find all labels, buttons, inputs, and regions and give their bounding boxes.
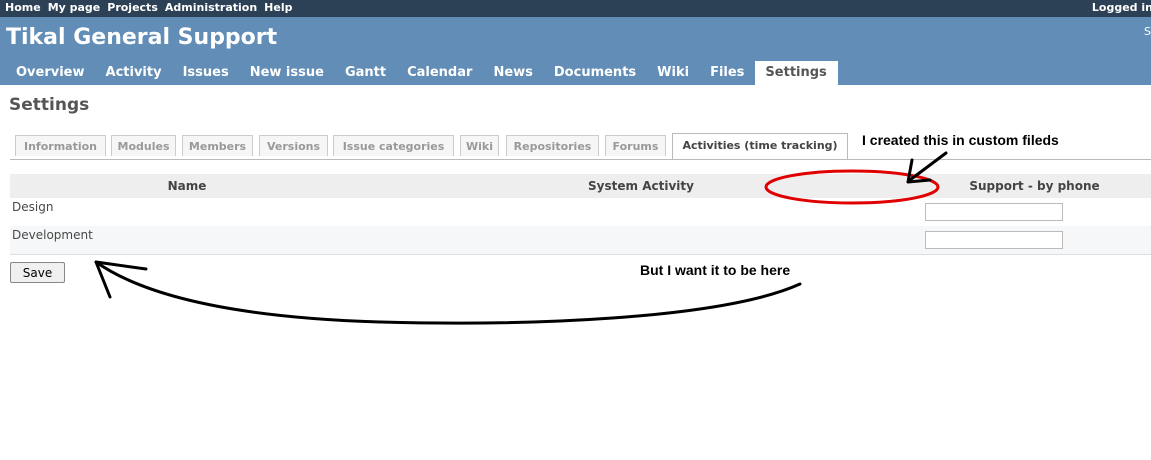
logged-in-status: Logged in (1091, 1, 1151, 14)
column-header-support-by-phone: Support - by phone (918, 174, 1151, 198)
save-button[interactable]: Save (10, 262, 65, 283)
column-header-name: Name (10, 174, 364, 198)
column-header-system-activity: System Activity (364, 174, 918, 198)
settings-tab-members[interactable]: Members (182, 135, 253, 156)
support-by-phone-input[interactable] (925, 203, 1063, 221)
activities-table: Name System Activity Support - by phone … (10, 174, 1151, 255)
tab-files[interactable]: Files (700, 61, 755, 85)
tab-wiki[interactable]: Wiki (647, 61, 700, 85)
annotation-note-custom-fields: I created this in custom fileds (862, 132, 1059, 148)
top-menu-help[interactable]: Help (264, 1, 292, 14)
activity-name: Development (12, 228, 93, 242)
top-menu-my-page[interactable]: My page (48, 1, 101, 14)
support-by-phone-input[interactable] (925, 231, 1063, 249)
top-menu-home[interactable]: Home (5, 1, 41, 14)
settings-tab-issue-categories[interactable]: Issue categories (333, 135, 454, 156)
top-menu-administration[interactable]: Administration (165, 1, 257, 14)
settings-tab-activities[interactable]: Activities (time tracking) (672, 133, 848, 159)
settings-tab-versions[interactable]: Versions (259, 135, 328, 156)
tab-calendar[interactable]: Calendar (397, 61, 483, 85)
table-header-row: Name System Activity Support - by phone (10, 174, 1151, 198)
main-menu: Overview Activity Issues New issue Gantt… (6, 61, 838, 85)
tab-overview[interactable]: Overview (6, 61, 96, 85)
annotation-note-want-here: But I want it to be here (640, 262, 791, 278)
tab-documents[interactable]: Documents (544, 61, 647, 85)
tab-issues[interactable]: Issues (173, 61, 240, 85)
system-activity-cell (364, 198, 918, 226)
settings-tab-modules[interactable]: Modules (111, 135, 176, 156)
page-title: Settings (9, 95, 90, 115)
project-header: Tikal General Support S Overview Activit… (0, 17, 1151, 85)
system-activity-cell (364, 226, 918, 255)
custom-field-cell (918, 226, 1151, 255)
table-row: Design (10, 198, 1151, 226)
table-row: Development (10, 226, 1151, 255)
settings-tab-forums[interactable]: Forums (605, 135, 666, 156)
top-menu: Home My page Projects Administration Hel… (0, 0, 1151, 17)
tab-gantt[interactable]: Gantt (335, 61, 397, 85)
curved-arrow-head (94, 260, 148, 299)
activity-name: Design (12, 200, 54, 214)
tab-new-issue[interactable]: New issue (240, 61, 335, 85)
search-label-fragment: S (1144, 25, 1151, 38)
activity-name-cell: Design (10, 198, 364, 226)
tab-settings[interactable]: Settings (755, 61, 838, 85)
settings-tab-information[interactable]: Information (15, 135, 106, 156)
settings-tab-repositories[interactable]: Repositories (506, 135, 599, 156)
settings-tab-wiki[interactable]: Wiki (460, 135, 499, 156)
custom-field-cell (918, 198, 1151, 226)
top-menu-projects[interactable]: Projects (107, 1, 158, 14)
tab-activity[interactable]: Activity (96, 61, 173, 85)
top-menu-links: Home My page Projects Administration Hel… (5, 1, 292, 14)
tab-news[interactable]: News (483, 61, 543, 85)
activity-name-cell: Development (10, 226, 364, 255)
project-title: Tikal General Support (6, 25, 278, 50)
